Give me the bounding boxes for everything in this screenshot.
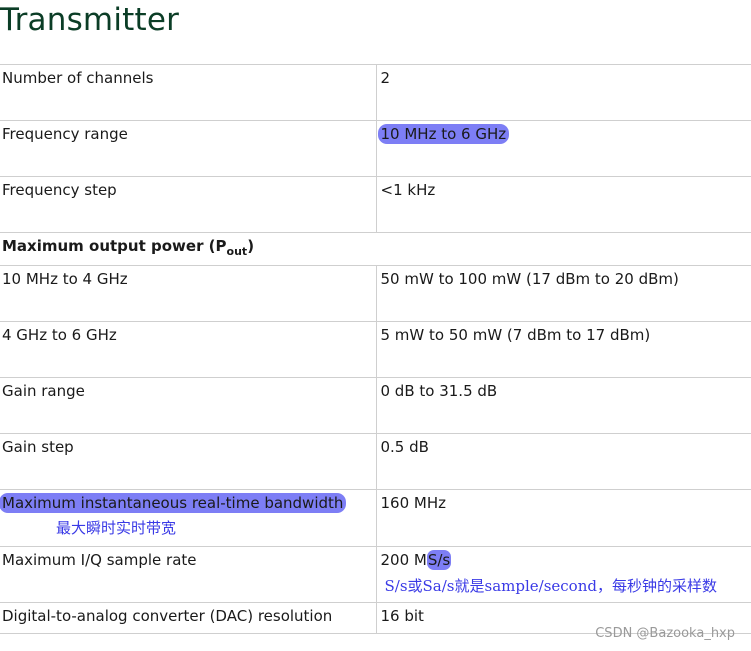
spec-value: <1 kHz [375, 176, 751, 233]
highlighted-unit: S/s [426, 550, 452, 570]
highlighted-value: 10 MHz to 6 GHz [377, 124, 510, 144]
table-row: 4 GHz to 6 GHz 5 mW to 50 mW (7 dBm to 1… [0, 321, 751, 378]
table-row: Maximum I/Q sample rate 200 MS/s S/s或Sa/s… [0, 546, 751, 603]
section-header: Maximum output power (Pout) [0, 232, 751, 266]
spec-label: Frequency step [0, 176, 376, 233]
spec-label: 10 MHz to 4 GHz [0, 265, 376, 322]
spec-value: 5 mW to 50 mW (7 dBm to 17 dBm) [375, 321, 751, 378]
table-row: Frequency range 10 MHz to 6 GHz [0, 120, 751, 177]
annotation-note: 最大瞬时实时带宽 [56, 519, 177, 537]
spec-label: Frequency range [0, 120, 376, 177]
table-row: Gain step 0.5 dB [0, 433, 751, 490]
spec-value: 50 mW to 100 mW (17 dBm to 20 dBm) [375, 265, 751, 322]
value-prefix: 200 M [380, 551, 427, 569]
table-row: Frequency step <1 kHz [0, 176, 751, 233]
spec-label: Gain step [0, 433, 376, 490]
watermark: CSDN @Bazooka_hxp [595, 626, 735, 641]
section-label-end: ) [247, 237, 255, 255]
highlighted-label: Maximum instantaneous real-time bandwidt… [0, 493, 347, 513]
spec-value: 0.5 dB [375, 433, 751, 490]
spec-label: Number of channels [0, 64, 376, 121]
section-label: Maximum output power (P [2, 237, 227, 255]
spec-label: Gain range [0, 377, 376, 434]
section-label-subscript: out [226, 245, 248, 258]
spec-table: Number of channels 2 Frequency range 10 … [0, 64, 751, 634]
spec-label-cell: Maximum instantaneous real-time bandwidt… [0, 489, 376, 547]
spec-label: Maximum I/Q sample rate [0, 546, 376, 603]
annotation-note: S/s或Sa/s就是sample/second，每秒钟的采样数 [384, 577, 717, 595]
spec-value-cell: 200 MS/s S/s或Sa/s就是sample/second，每秒钟的采样数 [375, 546, 751, 603]
page-title: Transmitter [0, 2, 180, 38]
table-row: Number of channels 2 [0, 64, 751, 121]
spec-value: 2 [375, 64, 751, 121]
spec-value-cell: 10 MHz to 6 GHz [375, 120, 751, 177]
spec-value: 0 dB to 31.5 dB [375, 377, 751, 434]
spec-label: Digital-to-analog converter (DAC) resolu… [0, 602, 376, 634]
table-row: Gain range 0 dB to 31.5 dB [0, 377, 751, 434]
spec-label: 4 GHz to 6 GHz [0, 321, 376, 378]
section-row: Maximum output power (Pout) [0, 232, 751, 266]
table-row: Maximum instantaneous real-time bandwidt… [0, 489, 751, 547]
spec-value: 160 MHz [375, 489, 751, 547]
table-row: 10 MHz to 4 GHz 50 mW to 100 mW (17 dBm … [0, 265, 751, 322]
